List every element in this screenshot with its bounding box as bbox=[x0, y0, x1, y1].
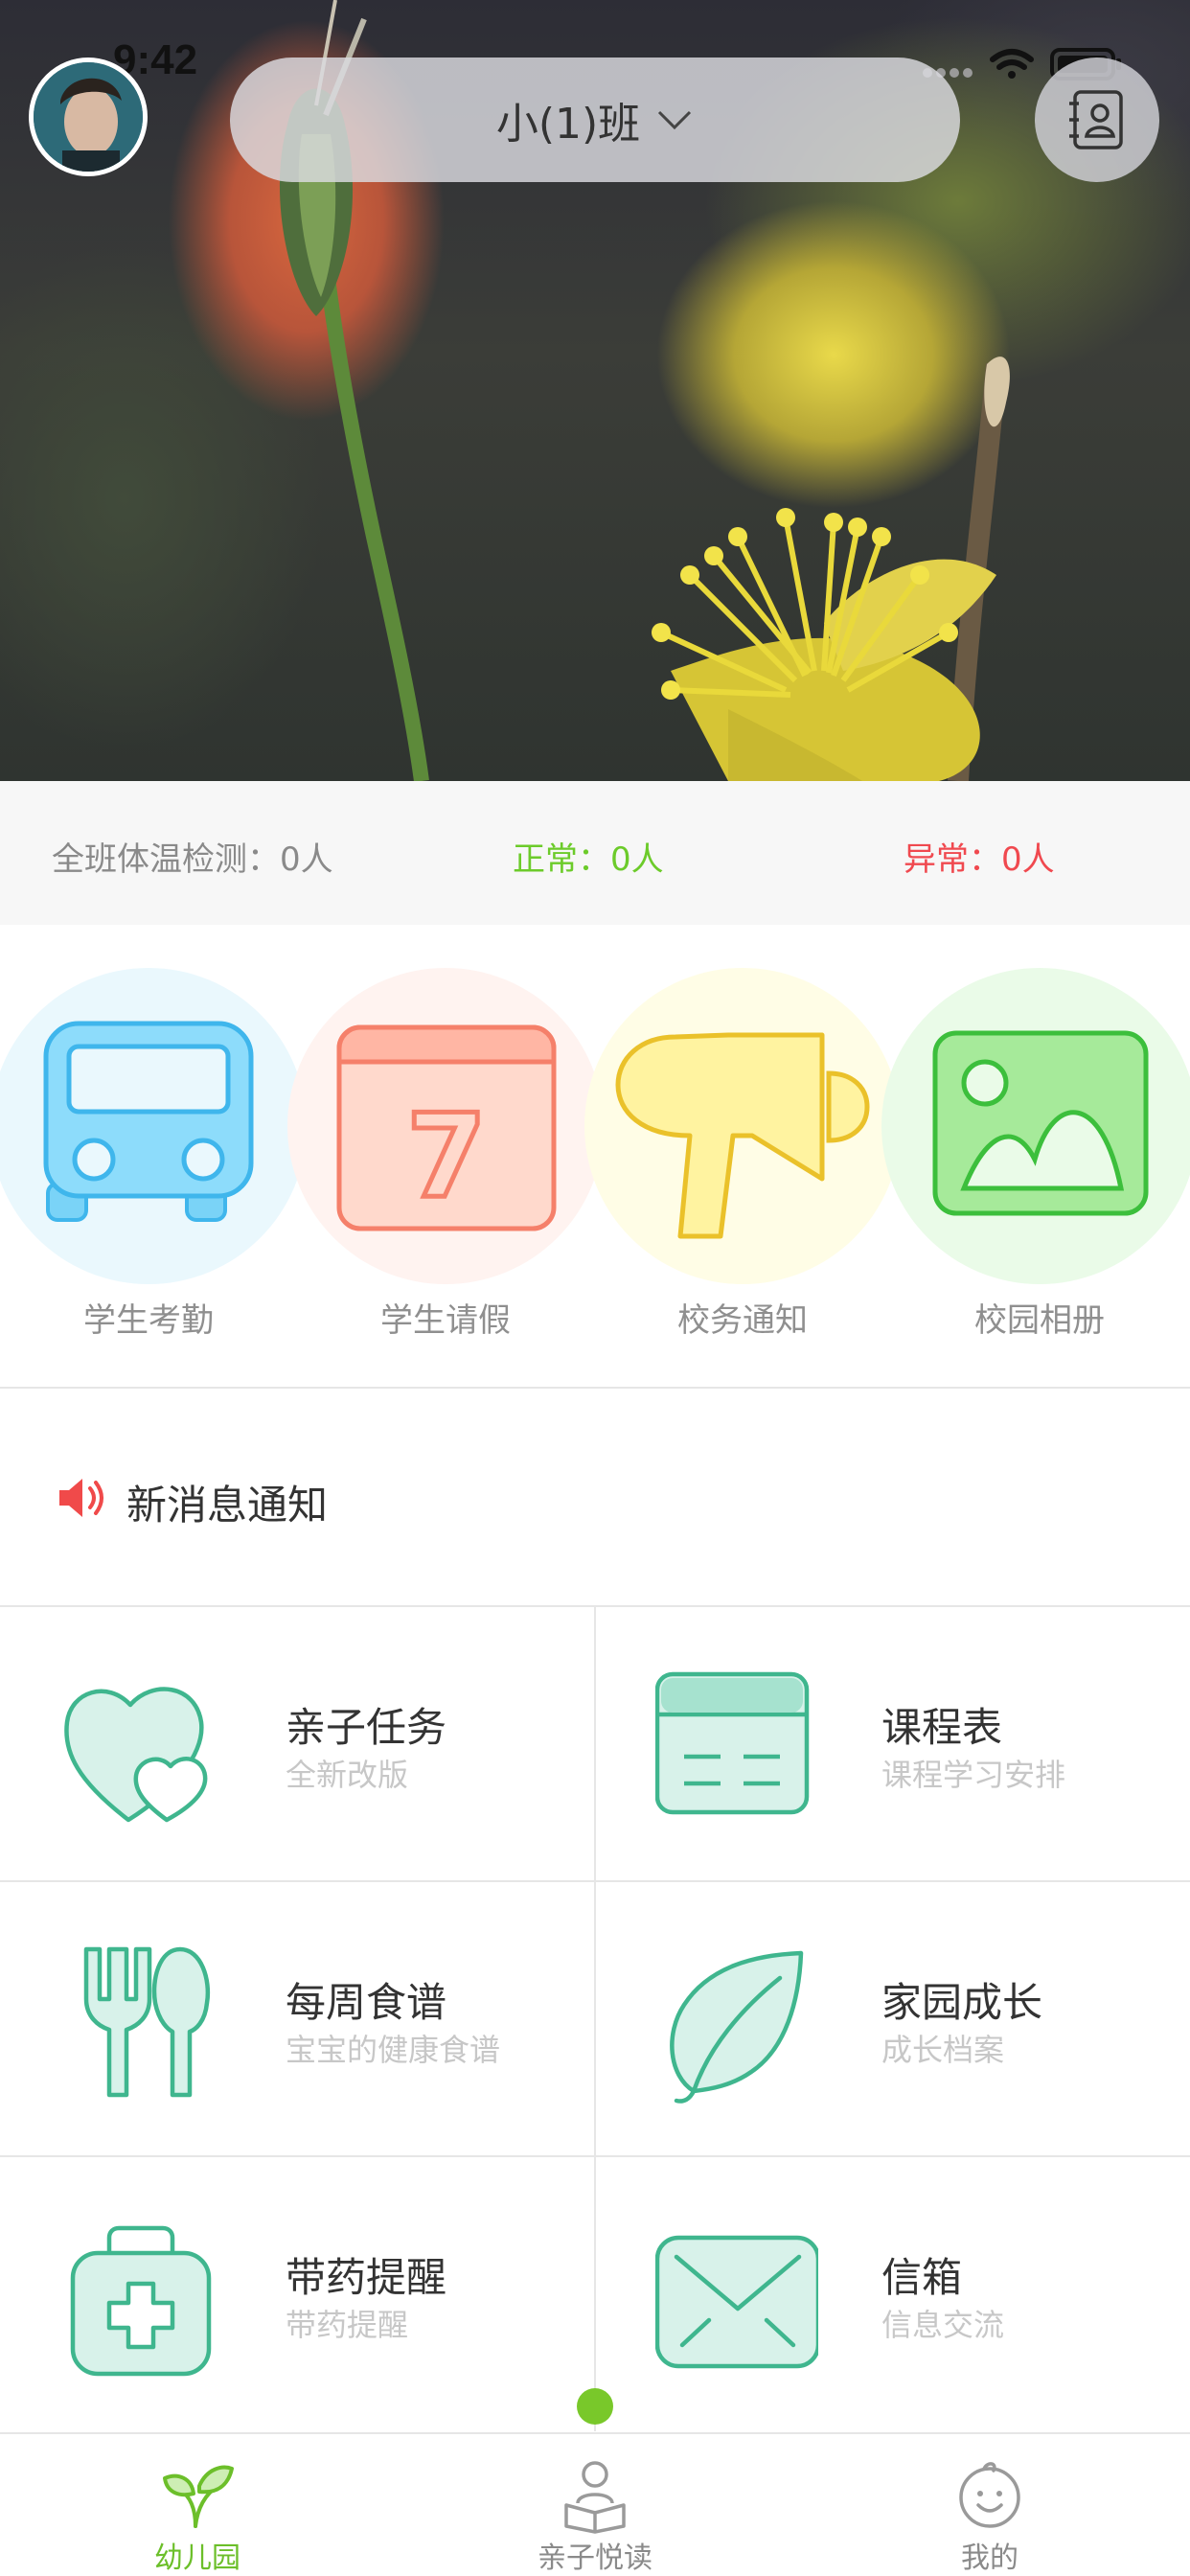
hearts-icon bbox=[64, 1687, 208, 1823]
temperature-total: 全班体温检测：0人 bbox=[52, 840, 333, 879]
quick-action-label: 校务通知 bbox=[677, 1301, 808, 1340]
app-screen: 9:42 小(1)班 全班体温检测：0人 正常：0人 异常：0人 学生考勤 7 … bbox=[0, 0, 1190, 2576]
news-title: 新消息通知 bbox=[126, 1482, 329, 1529]
quick-action-attendance[interactable]: 学生考勤 bbox=[0, 968, 307, 1351]
fork-spoon-icon bbox=[83, 1946, 211, 2098]
temperature-abnormal: 异常：0人 bbox=[904, 840, 1055, 879]
feature-title: 带药提醒 bbox=[286, 2254, 447, 2301]
tab-label: 我的 bbox=[961, 2542, 1018, 2575]
tab-label: 亲子悦读 bbox=[538, 2542, 652, 2575]
quick-action-label: 学生考勤 bbox=[83, 1301, 214, 1340]
divider bbox=[0, 1880, 1190, 1882]
photo-album-icon bbox=[932, 1030, 1149, 1216]
feature-home-growth[interactable]: 家园成长 成长档案 bbox=[596, 1882, 1190, 2157]
temperature-summary: 全班体温检测：0人 正常：0人 异常：0人 bbox=[0, 781, 1190, 925]
chevron-down-icon bbox=[658, 110, 692, 130]
contact-book-icon bbox=[1069, 90, 1123, 150]
divider bbox=[0, 2155, 1190, 2157]
feature-subtitle: 信息交流 bbox=[881, 2307, 1005, 2343]
hero-banner: 9:42 小(1)班 bbox=[0, 0, 1190, 781]
calendar-icon: 7 bbox=[336, 1024, 557, 1231]
tab-label: 幼儿园 bbox=[154, 2542, 240, 2575]
temperature-normal: 正常：0人 bbox=[513, 840, 664, 879]
tab-bar: 幼儿园 亲子悦读 我的 bbox=[0, 2432, 1190, 2576]
medicine-kit-icon bbox=[70, 2225, 212, 2377]
feature-grid: 亲子任务 全新改版 课程表 课程学习安排 每周食谱 宝宝的健康食谱 家园成长 成… bbox=[0, 1607, 1190, 2431]
quick-action-notice[interactable]: 校务通知 bbox=[584, 968, 901, 1351]
feature-title: 信箱 bbox=[881, 2254, 963, 2301]
tab-parent-child-reading[interactable]: 亲子悦读 bbox=[451, 2434, 739, 2576]
news-notification[interactable]: 新消息通知 bbox=[0, 1389, 1190, 1605]
feature-title: 亲子任务 bbox=[286, 1704, 447, 1751]
mail-icon bbox=[655, 2235, 818, 2369]
quick-actions: 学生考勤 7 学生请假 校务通知 校园相册 bbox=[0, 925, 1190, 1387]
quick-action-album[interactable]: 校园相册 bbox=[881, 968, 1190, 1351]
contacts-button[interactable] bbox=[1035, 58, 1159, 182]
feature-mailbox[interactable]: 信箱 信息交流 bbox=[596, 2157, 1190, 2432]
feature-title: 课程表 bbox=[881, 1704, 1003, 1751]
feature-subtitle: 宝宝的健康食谱 bbox=[286, 2032, 501, 2068]
feature-subtitle: 成长档案 bbox=[881, 2032, 1005, 2068]
megaphone-icon bbox=[615, 1032, 870, 1239]
feature-parent-child-task[interactable]: 亲子任务 全新改版 bbox=[0, 1607, 594, 1882]
smiley-face-icon bbox=[959, 2462, 1020, 2528]
feature-subtitle: 全新改版 bbox=[286, 1757, 409, 1793]
sprout-icon bbox=[163, 2465, 234, 2528]
feature-timetable[interactable]: 课程表 课程学习安排 bbox=[596, 1607, 1190, 1882]
class-selector[interactable]: 小(1)班 bbox=[230, 58, 960, 182]
schedule-icon bbox=[655, 1671, 810, 1815]
speaker-icon bbox=[59, 1479, 103, 1517]
tab-mine[interactable]: 我的 bbox=[846, 2434, 1133, 2576]
quick-action-label: 校园相册 bbox=[974, 1301, 1105, 1340]
svg-text:7: 7 bbox=[406, 1091, 487, 1224]
quick-action-label: 学生请假 bbox=[380, 1301, 511, 1340]
quick-action-leave[interactable]: 7 学生请假 bbox=[287, 968, 604, 1351]
tab-kindergarten[interactable]: 幼儿园 bbox=[54, 2434, 341, 2576]
leaf-icon bbox=[670, 1950, 804, 2104]
avatar-portrait-icon bbox=[34, 62, 143, 172]
user-avatar[interactable] bbox=[29, 58, 148, 176]
grid-divider-vertical bbox=[594, 1607, 596, 2431]
feature-medicine-reminder[interactable]: 带药提醒 带药提醒 bbox=[0, 2157, 594, 2432]
page-indicator-dot bbox=[577, 2388, 613, 2425]
feature-title: 每周食谱 bbox=[286, 1979, 447, 2026]
class-name: 小(1)班 bbox=[495, 100, 641, 149]
feature-weekly-menu[interactable]: 每周食谱 宝宝的健康食谱 bbox=[0, 1882, 594, 2157]
feature-subtitle: 带药提醒 bbox=[286, 2307, 409, 2343]
reading-icon bbox=[564, 2461, 626, 2534]
bus-icon bbox=[43, 1021, 254, 1222]
wifi-icon bbox=[990, 49, 1034, 79]
feature-title: 家园成长 bbox=[881, 1979, 1043, 2026]
feature-subtitle: 课程学习安排 bbox=[881, 1757, 1066, 1793]
